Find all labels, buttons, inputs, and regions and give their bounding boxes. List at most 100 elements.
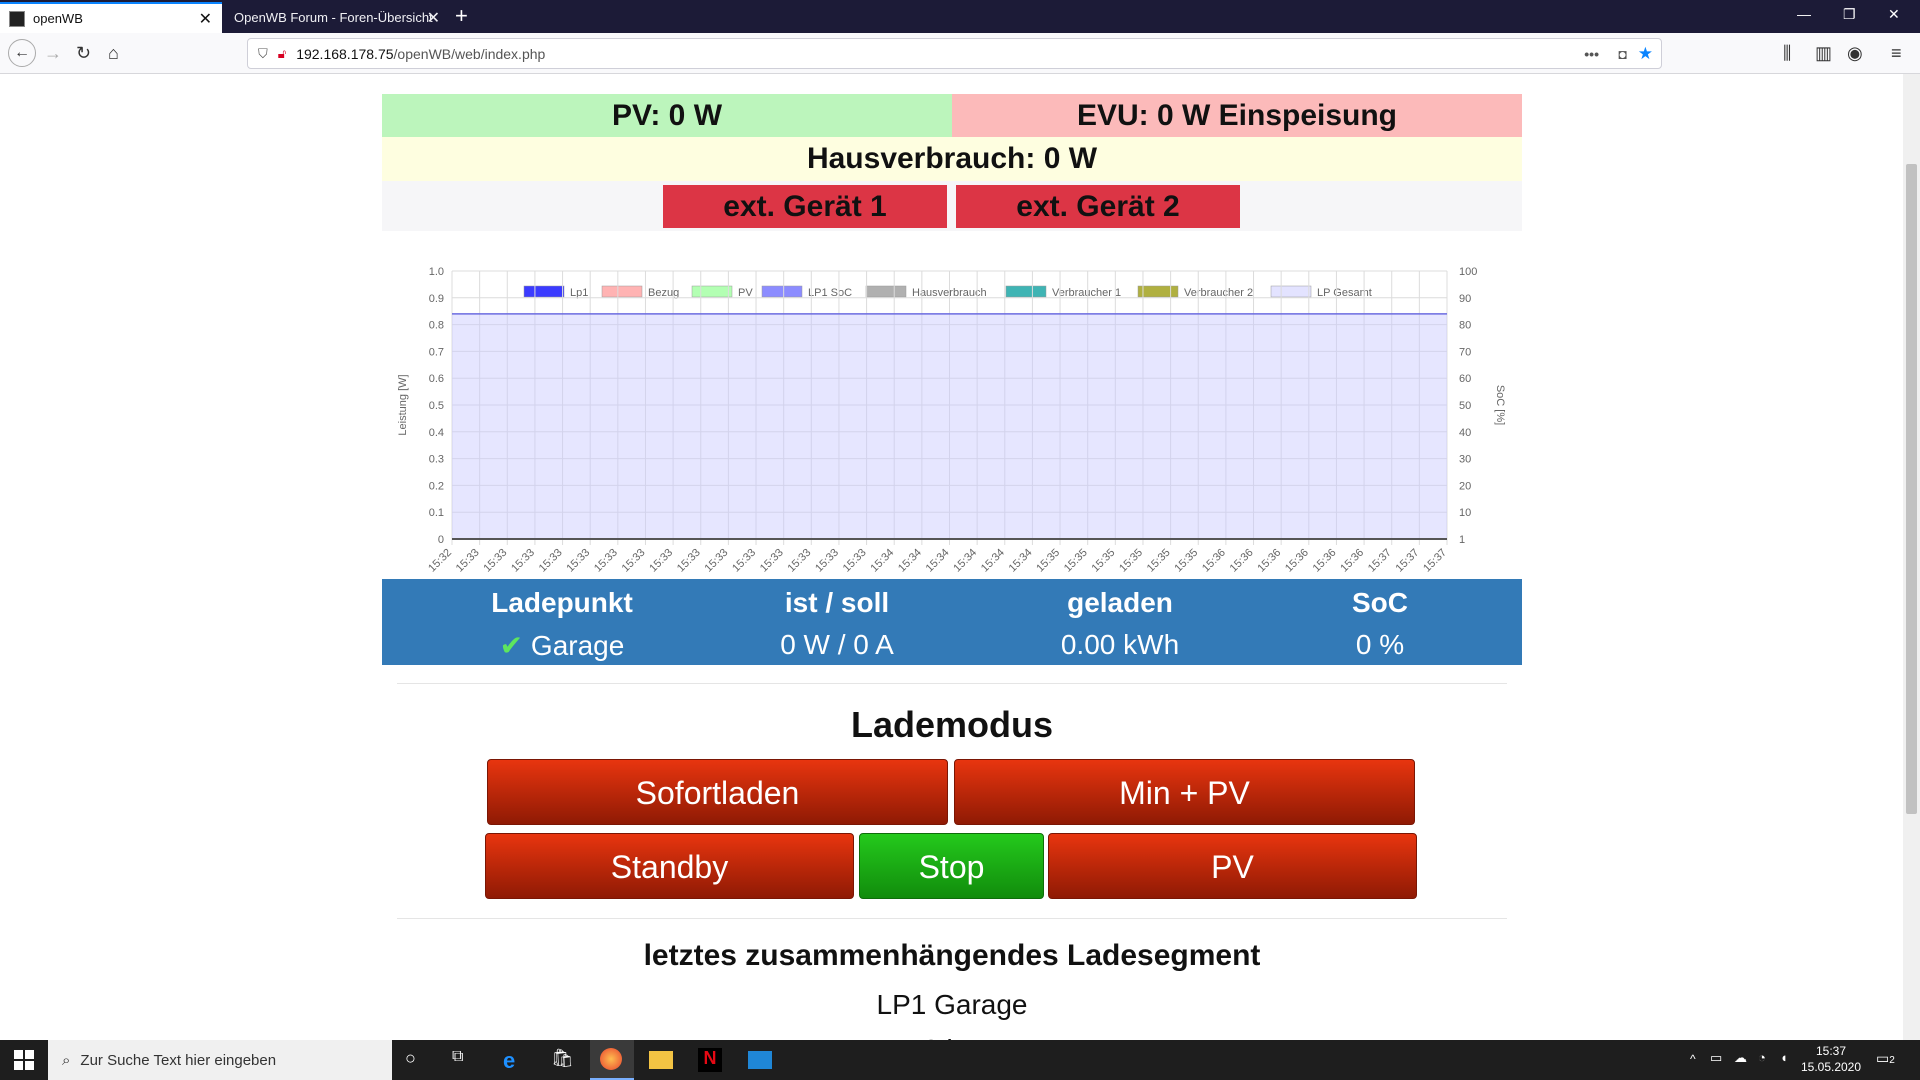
x-tick-label: 15:33	[730, 547, 758, 575]
y-tick-label: 0.2	[429, 480, 444, 492]
url-bar[interactable]: ⛉ 🔓︎ 192.168.178.75/openWB/web/index.php…	[247, 38, 1662, 69]
page-actions-icon[interactable]: •••	[1584, 46, 1599, 62]
notification-icon[interactable]: ▭2	[1876, 1050, 1895, 1067]
netflix-icon[interactable]: N	[698, 1048, 722, 1072]
x-tick-label: 15:35	[1034, 547, 1062, 575]
close-window-icon[interactable]: ✕	[1888, 6, 1900, 23]
evu-value: EVU: 0 W Einspeisung	[952, 94, 1522, 137]
x-tick-label: 15:32	[426, 547, 454, 575]
edge-icon[interactable]: e	[503, 1048, 527, 1073]
tab-forum[interactable]: OpenWB Forum - Foren-Übersicht ✕	[222, 2, 450, 33]
url-text: 192.168.178.75/openWB/web/index.php	[296, 46, 545, 62]
menu-icon[interactable]: ≡	[1891, 43, 1902, 64]
segment-lp-name: LP1 Garage	[876, 989, 1028, 1020]
device-2-button[interactable]: ext. Gerät 2	[956, 185, 1240, 228]
home-icon[interactable]: ⌂	[108, 43, 119, 64]
ladepunkt-panel: Ladepunkt ist / soll geladen SoC ✔ Garag…	[382, 579, 1522, 665]
restore-icon[interactable]: ❐	[1843, 6, 1856, 23]
x-tick-label: 15:33	[564, 547, 592, 575]
legend-swatch	[865, 285, 907, 298]
reload-icon[interactable]: ↻	[76, 43, 91, 64]
cortana-icon[interactable]: ○	[405, 1048, 429, 1072]
hausverbrauch-value: Hausverbrauch: 0 W	[382, 137, 1522, 181]
x-tick-label: 15:33	[647, 547, 675, 575]
minimize-icon[interactable]: —	[1797, 6, 1811, 22]
mail-icon[interactable]	[748, 1051, 772, 1069]
account-icon[interactable]: ◉	[1847, 43, 1863, 64]
insecure-lock-icon[interactable]: 🔓︎	[278, 46, 286, 62]
wifi-icon[interactable]: ◔	[1758, 1050, 1766, 1065]
back-icon[interactable]: ←	[8, 39, 36, 67]
x-tick-label: 15:35	[1145, 547, 1173, 575]
stop-button[interactable]: Stop	[859, 833, 1044, 899]
url-path: /openWB/web/index.php	[393, 45, 546, 62]
firefox-icon[interactable]	[590, 1040, 634, 1080]
shield-icon[interactable]: ⛉	[258, 46, 268, 62]
check-icon: ✔	[499, 630, 524, 661]
pv-mode-button[interactable]: PV	[1048, 833, 1417, 899]
onedrive-icon[interactable]: ☁	[1734, 1050, 1747, 1066]
external-devices: ext. Gerät 1 ext. Gerät 2	[382, 181, 1522, 231]
battery-icon[interactable]: ▭	[1710, 1050, 1722, 1066]
clock[interactable]: 15:37 15.05.2020	[1796, 1043, 1866, 1075]
x-tick-label: 15:33	[813, 547, 841, 575]
x-tick-label: 15:35	[1117, 547, 1145, 575]
soc-value: 0 %	[1355, 629, 1405, 660]
y-tick-label: 0.5	[429, 400, 444, 412]
x-tick-label: 15:33	[841, 547, 869, 575]
energy-value: 0.00 kWh	[1060, 629, 1180, 660]
bookmark-star-icon[interactable]: ★	[1638, 44, 1653, 64]
new-tab-icon[interactable]: +	[455, 3, 468, 29]
task-view-icon[interactable]: ⧉	[452, 1048, 476, 1072]
pocket-icon[interactable]: ◘	[1619, 46, 1627, 62]
y2-axis-label: SoC [%]	[1494, 385, 1506, 425]
y-tick-label: 0.9	[429, 293, 444, 305]
y-tick-label: 0.4	[429, 427, 444, 439]
legend-swatch	[691, 285, 733, 298]
x-tick-label: 15:33	[675, 547, 703, 575]
sidebar-icon[interactable]: ▥	[1815, 43, 1832, 64]
windows-start-icon[interactable]	[14, 1050, 34, 1070]
y2-tick-label: 90	[1459, 293, 1471, 305]
page-scrollbar[interactable]	[1903, 74, 1920, 1040]
legend-swatch	[1005, 285, 1047, 298]
standby-button[interactable]: Standby	[485, 833, 854, 899]
divider	[397, 683, 1507, 684]
store-icon[interactable]: 🛍︎	[551, 1048, 575, 1072]
x-tick-label: 15:37	[1366, 547, 1394, 575]
tab-openwb[interactable]: openWB ✕	[0, 2, 222, 33]
tray-chevron-icon[interactable]: ^	[1690, 1052, 1696, 1066]
clock-date: 15.05.2020	[1800, 1060, 1862, 1074]
y-tick-label: 0.7	[429, 346, 444, 358]
library-icon[interactable]: ⫼	[1783, 43, 1791, 64]
divider	[397, 918, 1507, 919]
last-segment-title: letztes zusammenhängendes Ladesegment	[643, 939, 1261, 972]
device-1-button[interactable]: ext. Gerät 1	[663, 185, 947, 228]
x-tick-label: 15:34	[896, 547, 924, 575]
explorer-icon[interactable]	[649, 1051, 673, 1069]
power-chart: Lp1 Bezug PV LP1 SoC Hausverbrauch Verbrauche…	[382, 231, 1522, 579]
x-tick-label: 15:34	[924, 547, 952, 575]
volume-icon[interactable]: ◖	[1780, 1050, 1788, 1065]
y-tick-label: 0.6	[429, 373, 444, 385]
close-tab-icon[interactable]: ✕	[427, 8, 440, 28]
scrollbar-thumb[interactable]	[1906, 164, 1917, 814]
x-tick-label: 15:33	[785, 547, 813, 575]
y2-tick-label: 70	[1459, 346, 1471, 358]
forward-icon[interactable]: →	[44, 43, 62, 64]
tab-label: OpenWB Forum - Foren-Übersicht	[234, 10, 433, 25]
x-tick-label: 15:36	[1255, 547, 1283, 575]
close-tab-icon[interactable]: ✕	[199, 9, 212, 29]
header-soc: SoC	[1352, 587, 1408, 618]
windows-taskbar: ⌕ Zur Suche Text hier eingeben ○ ⧉ e 🛍︎ …	[0, 1040, 1920, 1080]
x-tick-label: 15:34	[951, 547, 979, 575]
openwb-favicon-icon	[9, 10, 25, 27]
min-pv-button[interactable]: Min + PV	[954, 759, 1415, 825]
x-tick-label: 15:33	[758, 547, 786, 575]
ladepunkt-name[interactable]: ✔ Garage	[432, 629, 692, 662]
x-tick-label: 15:33	[509, 547, 537, 575]
sofortladen-button[interactable]: Sofortladen	[487, 759, 948, 825]
taskbar-search-input[interactable]: ⌕ Zur Suche Text hier eingeben	[48, 1040, 392, 1080]
header-geladen: geladen	[1067, 587, 1173, 618]
y2-tick-label: 20	[1459, 480, 1471, 492]
